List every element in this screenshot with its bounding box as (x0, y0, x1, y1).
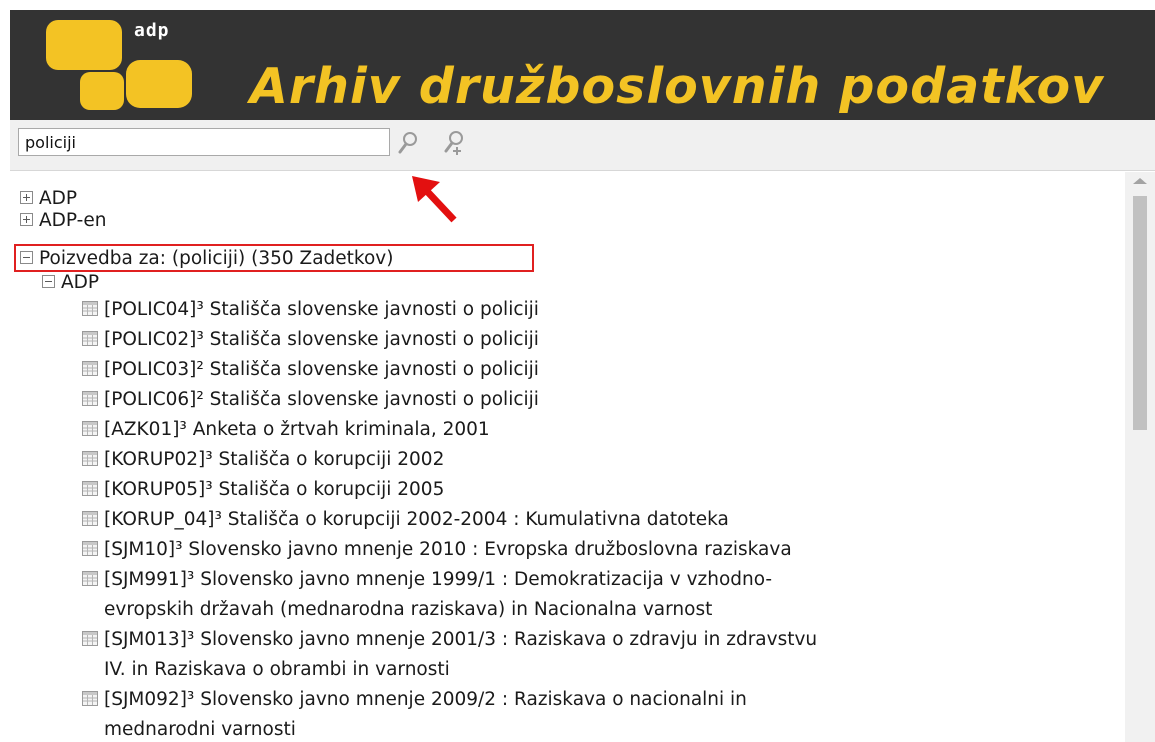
result-title: [KORUP02]³ Stališča o korupciji 2002 (104, 449, 445, 470)
result-title: [POLIC03]² Stališča slovenske javnosti o… (104, 359, 539, 380)
logo-tag: adp (134, 20, 170, 41)
logo-block (46, 20, 122, 70)
result-title: [SJM092]³ Slovensko javno mnenje 2009/2 … (104, 689, 747, 710)
result-title-continued: IV. in Raziskava o obrambi in varnosti (104, 659, 450, 680)
result-title: [POLIC02]³ Stališča slovenske javnosti o… (104, 329, 539, 350)
result-title-continued: evropskih državah (mednarodna raziskava)… (104, 599, 713, 620)
search-button[interactable] (393, 128, 423, 158)
site-header: adp Arhiv družboslovnih podatkov (10, 10, 1155, 120)
dataset-table-icon (82, 541, 98, 556)
results-tree: ADP ADP-en Poizvedba za: (policiji) (350… (10, 184, 1120, 742)
result-item[interactable]: [SJM092]³ Slovensko javno mnenje 2009/2 … (82, 689, 747, 741)
collapse-icon[interactable] (42, 275, 55, 288)
dataset-table-icon (82, 511, 98, 526)
search-bar (10, 120, 1155, 171)
dataset-table-icon (82, 301, 98, 316)
result-item[interactable]: [SJM013]³ Slovensko javno mnenje 2001/3 … (82, 629, 817, 681)
result-item[interactable]: [KORUP05]³ Stališča o korupciji 2005 (82, 479, 444, 501)
dataset-table-icon (82, 571, 98, 586)
dataset-table-icon (82, 631, 98, 646)
result-title: [SJM991]³ Slovensko javno mnenje 1999/1 … (104, 569, 773, 590)
tree-node-label: ADP-en (39, 210, 107, 231)
dataset-table-icon (82, 451, 98, 466)
logo-block (80, 72, 124, 110)
vertical-scrollbar[interactable] (1125, 172, 1155, 742)
site-title: Arhiv družboslovnih podatkov (250, 58, 1105, 115)
result-item[interactable]: [POLIC04]³ Stališča slovenske javnosti o… (82, 299, 539, 321)
result-item[interactable]: [SJM991]³ Slovensko javno mnenje 1999/1 … (82, 569, 772, 621)
result-item[interactable]: [POLIC06]² Stališča slovenske javnosti o… (82, 389, 539, 411)
dataset-table-icon (82, 421, 98, 436)
result-title: [POLIC06]² Stališča slovenske javnosti o… (104, 389, 539, 410)
scroll-up-icon[interactable] (1133, 178, 1147, 184)
result-title: [SJM10]³ Slovensko javno mnenje 2010 : E… (104, 539, 792, 560)
result-item[interactable]: [POLIC03]² Stališča slovenske javnosti o… (82, 359, 539, 381)
result-item[interactable]: [KORUP_04]³ Stališča o korupciji 2002-20… (82, 509, 729, 531)
dataset-table-icon (82, 331, 98, 346)
result-title: [SJM013]³ Slovensko javno mnenje 2001/3 … (104, 629, 818, 650)
result-title: [KORUP_04]³ Stališča o korupciji 2002-20… (104, 509, 729, 530)
scroll-thumb[interactable] (1133, 196, 1147, 430)
result-title-continued: mednarodni varnosti (104, 719, 296, 740)
logo-block (126, 60, 192, 108)
result-item[interactable]: [SJM10]³ Slovensko javno mnenje 2010 : E… (82, 539, 792, 561)
dataset-table-icon (82, 391, 98, 406)
tree-node-label: ADP (39, 188, 78, 209)
tree-node-adp-group[interactable]: ADP (42, 272, 99, 294)
tree-node-label: ADP (61, 272, 100, 293)
search-plus-icon (444, 131, 463, 155)
result-item[interactable]: [KORUP02]³ Stališča o korupciji 2002 (82, 449, 444, 471)
search-input[interactable] (18, 128, 390, 156)
result-item[interactable]: [POLIC02]³ Stališča slovenske javnosti o… (82, 329, 539, 351)
tree-node-label: Poizvedba za: (policiji) (350 Zadetkov) (39, 248, 394, 269)
tree-node-adp[interactable]: ADP (20, 188, 77, 210)
tree-node-query[interactable]: Poizvedba za: (policiji) (350 Zadetkov) (20, 248, 393, 270)
result-item[interactable]: [AZK01]³ Anketa o žrtvah kriminala, 2001 (82, 419, 490, 441)
dataset-table-icon (82, 481, 98, 496)
tree-node-adp-en[interactable]: ADP-en (20, 210, 106, 232)
dataset-table-icon (82, 691, 98, 706)
expand-icon[interactable] (20, 191, 33, 204)
expand-icon[interactable] (20, 213, 33, 226)
result-title: [AZK01]³ Anketa o žrtvah kriminala, 2001 (104, 419, 490, 440)
dataset-table-icon (82, 361, 98, 376)
result-title: [POLIC04]³ Stališča slovenske javnosti o… (104, 299, 539, 320)
collapse-icon[interactable] (20, 251, 33, 264)
result-title: [KORUP05]³ Stališča o korupciji 2005 (104, 479, 445, 500)
advanced-search-button[interactable] (440, 128, 470, 158)
search-icon (398, 132, 417, 154)
